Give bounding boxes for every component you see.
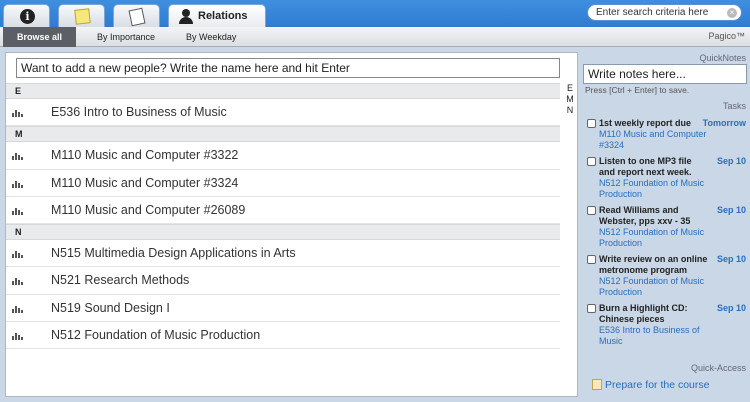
task-title: 1st weekly report due — [599, 118, 692, 128]
tab-documents[interactable] — [113, 4, 160, 28]
section-header: E — [6, 83, 560, 99]
list-item[interactable]: N521 Research Methods — [6, 267, 560, 295]
task-item[interactable]: Listen to one MP3 file and report next w… — [583, 156, 750, 199]
list-item-label: M110 Music and Computer #3324 — [51, 175, 239, 190]
task-list: 1st weekly report due Tomorrow M110 Music … — [583, 118, 750, 346]
task-item[interactable]: Burn a Highlight CD: Chinese pieces Sep 1… — [583, 303, 750, 346]
importance-bars-icon — [12, 152, 23, 161]
task-checkbox[interactable] — [587, 119, 596, 128]
task-course-link[interactable]: N512 Foundation of Music Production — [599, 227, 709, 248]
nav-browse-all[interactable]: Browse all — [3, 27, 77, 47]
task-checkbox[interactable] — [587, 304, 596, 313]
task-title: Write review on an online metronome prog… — [599, 254, 708, 275]
task-course-link[interactable]: N512 Foundation of Music Production — [599, 178, 709, 199]
task-title: Read Williams and Webster, pps xxv - 35 — [599, 205, 691, 226]
task-item[interactable]: Write review on an online metronome prog… — [583, 254, 750, 297]
quickaccess-item[interactable]: Prepare for the course — [592, 379, 709, 391]
person-icon — [179, 9, 193, 24]
add-person-input[interactable] — [16, 58, 560, 78]
clear-search-icon[interactable]: × — [727, 8, 737, 18]
list-item-label: M110 Music and Computer #26089 — [51, 202, 246, 217]
section-header: N — [6, 224, 560, 241]
list-item-label: N515 Multimedia Design Applications in A… — [51, 246, 296, 261]
section-header: M — [6, 126, 560, 143]
list-item-label: E536 Intro to Business of Music — [51, 105, 227, 119]
nav-by-importance[interactable]: By Importance — [97, 27, 155, 47]
search-input[interactable] — [596, 6, 721, 19]
list-item-label: M110 Music and Computer #3322 — [51, 148, 239, 163]
list-item-label: N521 Research Methods — [51, 273, 190, 288]
importance-bars-icon — [12, 305, 23, 313]
task-title: Burn a Highlight CD: Chinese pieces — [599, 303, 688, 324]
list-item[interactable]: N519 Sound Design I — [6, 295, 560, 323]
app-brand: Pagico™ — [708, 31, 745, 41]
importance-bars-icon — [12, 332, 23, 341]
task-course-link[interactable]: E536 Intro to Business of Music — [599, 325, 709, 346]
task-due: Sep 10 — [716, 303, 746, 313]
importance-bars-icon — [12, 277, 23, 286]
list-item[interactable]: M110 Music and Computer #3324 — [6, 170, 560, 197]
task-checkbox[interactable] — [587, 255, 596, 264]
document-icon — [128, 7, 146, 27]
alpha-index-letter[interactable]: M — [563, 94, 577, 105]
top-tab-bar: i Relations × — [0, 0, 750, 29]
quicknotes-hint: Press [Ctrl + Enter] to save. — [585, 85, 690, 95]
list-item-label: N512 Foundation of Music Production — [51, 328, 261, 343]
task-due: Tomorrow — [702, 118, 746, 128]
importance-bars-icon — [12, 207, 23, 215]
quicknotes-input[interactable] — [583, 64, 747, 84]
list-item[interactable]: M110 Music and Computer #3322 — [6, 142, 560, 170]
tab-relations-label: Relations — [198, 10, 248, 22]
alpha-index: EMN — [563, 83, 577, 116]
tab-relations[interactable]: Relations — [168, 4, 266, 29]
sticky-note-icon — [74, 8, 91, 25]
quicknotes-header: QuickNotes — [699, 53, 746, 63]
people-list-panel: E E536 Intro to Business of Music M M110 Mu… — [5, 52, 578, 397]
list-item[interactable]: N515 Multimedia Design Applications in A… — [6, 240, 560, 268]
list-item[interactable]: M110 Music and Computer #26089 — [6, 197, 560, 225]
task-course-link[interactable]: M110 Music and Computer #3324 — [599, 129, 709, 150]
quickaccess-header: Quick-Access — [690, 363, 746, 373]
list-item-label: N519 Sound Design I — [51, 300, 170, 315]
info-icon: i — [20, 9, 35, 24]
alpha-index-letter[interactable]: N — [563, 105, 577, 116]
task-course-link[interactable]: N512 Foundation of Music Production — [599, 276, 709, 297]
right-sidebar: QuickNotes Press [Ctrl + Enter] to save.… — [583, 52, 750, 402]
task-due: Sep 10 — [716, 156, 746, 166]
nav-by-weekday[interactable]: By Weekday — [186, 27, 236, 47]
calendar-icon — [592, 379, 602, 390]
tab-notes[interactable] — [58, 4, 105, 28]
task-checkbox[interactable] — [587, 157, 596, 166]
task-item[interactable]: 1st weekly report due Tomorrow M110 Music … — [583, 118, 750, 150]
task-due: Sep 10 — [716, 254, 746, 264]
task-due: Sep 10 — [716, 205, 746, 215]
importance-bars-icon — [12, 180, 23, 188]
people-list: E E536 Intro to Business of Music M M110 Mu… — [6, 83, 560, 350]
search-box: × — [587, 4, 742, 21]
quickaccess-link[interactable]: Prepare for the course — [605, 379, 709, 391]
tasks-header: Tasks — [722, 101, 746, 111]
task-title: Listen to one MP3 file and report next w… — [599, 156, 692, 177]
importance-bars-icon — [12, 250, 23, 259]
task-checkbox[interactable] — [587, 206, 596, 215]
tab-info[interactable]: i — [3, 4, 50, 28]
importance-bars-icon — [12, 109, 23, 117]
alpha-index-letter[interactable]: E — [563, 83, 577, 94]
list-item[interactable]: N512 Foundation of Music Production — [6, 322, 560, 350]
task-item[interactable]: Read Williams and Webster, pps xxv - 35 S… — [583, 205, 750, 248]
sub-navigation: Browse all By Importance By Weekday Pagi… — [0, 27, 750, 47]
list-item[interactable]: E536 Intro to Business of Music — [6, 99, 560, 127]
